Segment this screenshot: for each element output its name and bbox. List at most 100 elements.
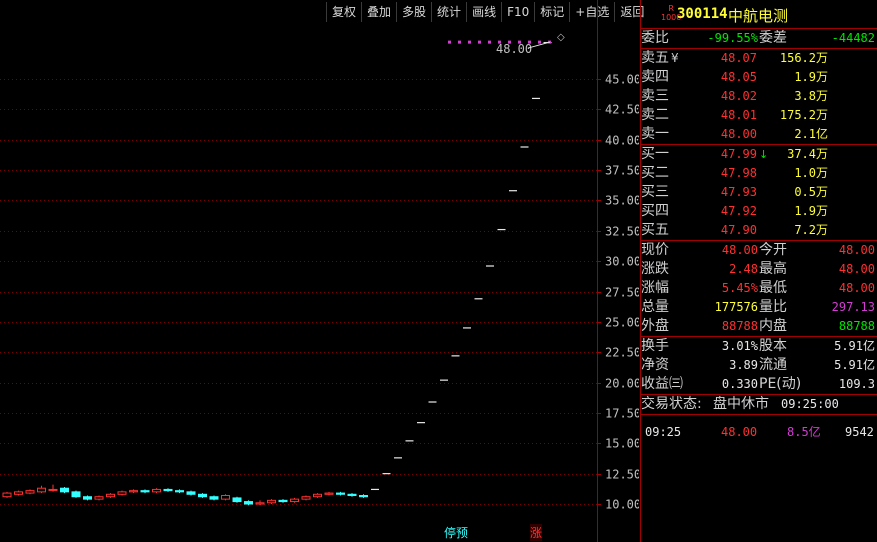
quote-panel: R 1000 300114 中航电测 委比 -99.55% 委差 -44482 卖… xyxy=(640,0,877,542)
tick-row: 09:25 48.00 8.5亿 9542 xyxy=(641,423,877,442)
asks-row[interactable]: 卖三 48.02 3.8万 xyxy=(641,87,877,106)
bids-label: 买三 xyxy=(641,184,669,200)
stat-label: 涨幅 xyxy=(641,280,669,296)
fund-label: 收益㈢ xyxy=(641,376,683,392)
bids-volume: 1.9万 xyxy=(794,204,828,218)
candle-body xyxy=(221,495,230,500)
bids-label: 买一 xyxy=(641,146,669,162)
bids-volume: 0.5万 xyxy=(794,185,828,199)
kline-chart[interactable]: 45.00 42.50 40.00 37.50 35.00 32.50 30.00 27.50… xyxy=(0,0,639,542)
trade-status-value: 盘中休市 xyxy=(713,396,769,412)
y-tick-label: 25.00 xyxy=(605,316,639,330)
y-tick-label: 35.00 xyxy=(605,194,639,208)
stat-row: 总量 177576 量比 297.13 xyxy=(641,298,877,317)
stat-label: 现价 xyxy=(641,242,669,258)
stat-label: 今开 xyxy=(759,242,787,258)
kline-chart-area[interactable]: 45.00 42.50 40.00 37.50 35.00 32.50 30.00 27.50… xyxy=(0,0,644,542)
fund-value: 109.3 xyxy=(838,377,875,391)
committee-diff-label: 委差 xyxy=(759,30,787,46)
candle-body xyxy=(278,499,288,503)
candle-body xyxy=(301,496,311,500)
bids-price: 47.98 xyxy=(720,166,757,180)
asks-row[interactable]: 卖四 48.05 1.9万 xyxy=(641,68,877,87)
stock-title-bar: R 1000 300114 中航电测 xyxy=(641,0,877,29)
asks-label: 卖二 xyxy=(641,107,669,123)
stat-label: 量比 xyxy=(759,299,787,315)
asks-row[interactable]: 卖五 ¥48.07 156.2万 xyxy=(641,49,877,68)
toolbar-button-5[interactable]: F10 xyxy=(501,2,534,22)
last-price-label: 48.00 xyxy=(496,42,532,56)
halt-tag: 停预 xyxy=(444,526,469,540)
stock-code: 300114 xyxy=(677,6,728,22)
toolbar-button-6[interactable]: 标记 xyxy=(534,2,569,22)
candle-body xyxy=(313,493,322,498)
candle-body xyxy=(232,497,242,503)
fund-label: 流通 xyxy=(759,357,787,373)
y-tick-label: 32.50 xyxy=(605,225,639,239)
candle-body xyxy=(152,488,161,493)
asks-price: 48.05 xyxy=(720,70,757,84)
toolbar-button-2[interactable]: 多股 xyxy=(396,2,431,22)
stat-row: 涨跌 2.48 最高 48.00 xyxy=(641,260,877,279)
fund-label: PE(动) xyxy=(759,376,802,392)
y-tick-label: 42.50 xyxy=(605,103,639,117)
candle-body xyxy=(37,487,46,493)
bids-row[interactable]: 买三 47.93 0.5万 xyxy=(641,183,877,202)
toolbar-button-4[interactable]: 画线 xyxy=(466,2,501,22)
bids-price: 47.92 xyxy=(720,204,757,218)
asks-row[interactable]: 卖一 48.00 2.1亿 xyxy=(641,125,877,144)
bids-row[interactable]: 买一 47.99 ↓ 37.4万 xyxy=(641,145,877,164)
stat-value: 88788 xyxy=(721,319,758,333)
bids-row[interactable]: 买五 47.90 7.2万 xyxy=(641,221,877,240)
asks-label: 卖三 xyxy=(641,88,669,104)
toolbar-button-7[interactable]: +自选 xyxy=(569,2,614,22)
asks-volume: 3.8万 xyxy=(794,89,828,103)
candle-body xyxy=(129,490,138,493)
fund-label: 换手 xyxy=(641,338,669,354)
candle-body xyxy=(71,491,81,498)
y-tick-label: 10.00 xyxy=(605,498,639,512)
fund-row: 换手 3.01% 股本 5.91亿 xyxy=(641,337,877,356)
asks-row[interactable]: 卖二 48.01 175.2万 xyxy=(641,106,877,125)
candle-body xyxy=(60,487,69,493)
bids-volume: 37.4万 xyxy=(787,147,828,161)
toolbar-button-3[interactable]: 统计 xyxy=(431,2,466,22)
bids-volume: 1.0万 xyxy=(794,166,828,180)
bids-row[interactable]: 买二 47.98 1.0万 xyxy=(641,164,877,183)
fund-row: 净资 3.89 流通 5.91亿 xyxy=(641,356,877,375)
candle-body xyxy=(25,490,35,494)
toolbar-button-0[interactable]: 复权 xyxy=(326,2,361,22)
bids-price: 47.90 xyxy=(720,223,757,237)
candle-body xyxy=(48,488,58,491)
candle-body xyxy=(347,493,357,496)
asks-label: 卖四 xyxy=(641,69,669,85)
candle-body xyxy=(117,491,127,495)
candle-body xyxy=(336,492,345,495)
stat-value: 48.00 xyxy=(838,281,875,295)
candle-body xyxy=(198,493,207,498)
bids-label: 买二 xyxy=(641,165,669,181)
bids-price: 47.99 xyxy=(720,147,757,161)
candle-body xyxy=(186,491,196,495)
fundamentals: 换手 3.01% 股本 5.91亿 净资 3.89 流通 5.91亿 收益㈢ 0.330 PE(动)… xyxy=(641,337,877,395)
bid-list: 买一 47.99 ↓ 37.4万 买二 47.98 1.0万 买三 47.93 0.5万 买四 47.… xyxy=(641,145,877,241)
stat-row: 现价 48.00 今开 48.00 xyxy=(641,241,877,260)
fund-value: 3.89 xyxy=(729,358,758,372)
bids-label: 买五 xyxy=(641,222,669,238)
y-tick-label: 45.00 xyxy=(605,73,639,87)
fund-row: 收益㈢ 0.330 PE(动) 109.3 xyxy=(641,375,877,394)
diamond-icon: ◇ xyxy=(557,32,565,43)
toolbar-button-1[interactable]: 叠加 xyxy=(361,2,396,22)
stat-label: 内盘 xyxy=(759,318,787,334)
fund-value: 3.01% xyxy=(721,339,758,353)
bids-row[interactable]: 买四 47.92 1.9万 xyxy=(641,202,877,221)
y-tick-label: 40.00 xyxy=(605,134,639,148)
stat-row: 涨幅 5.45% 最低 48.00 xyxy=(641,279,877,298)
stat-label: 总量 xyxy=(641,299,669,315)
candle-body xyxy=(290,498,299,503)
bids-volume: 7.2万 xyxy=(794,223,828,237)
asks-volume: 2.1亿 xyxy=(794,127,828,141)
y-tick-label: 20.00 xyxy=(605,377,639,391)
candle-body xyxy=(140,490,150,493)
trade-status-time: 09:25:00 xyxy=(781,397,839,411)
